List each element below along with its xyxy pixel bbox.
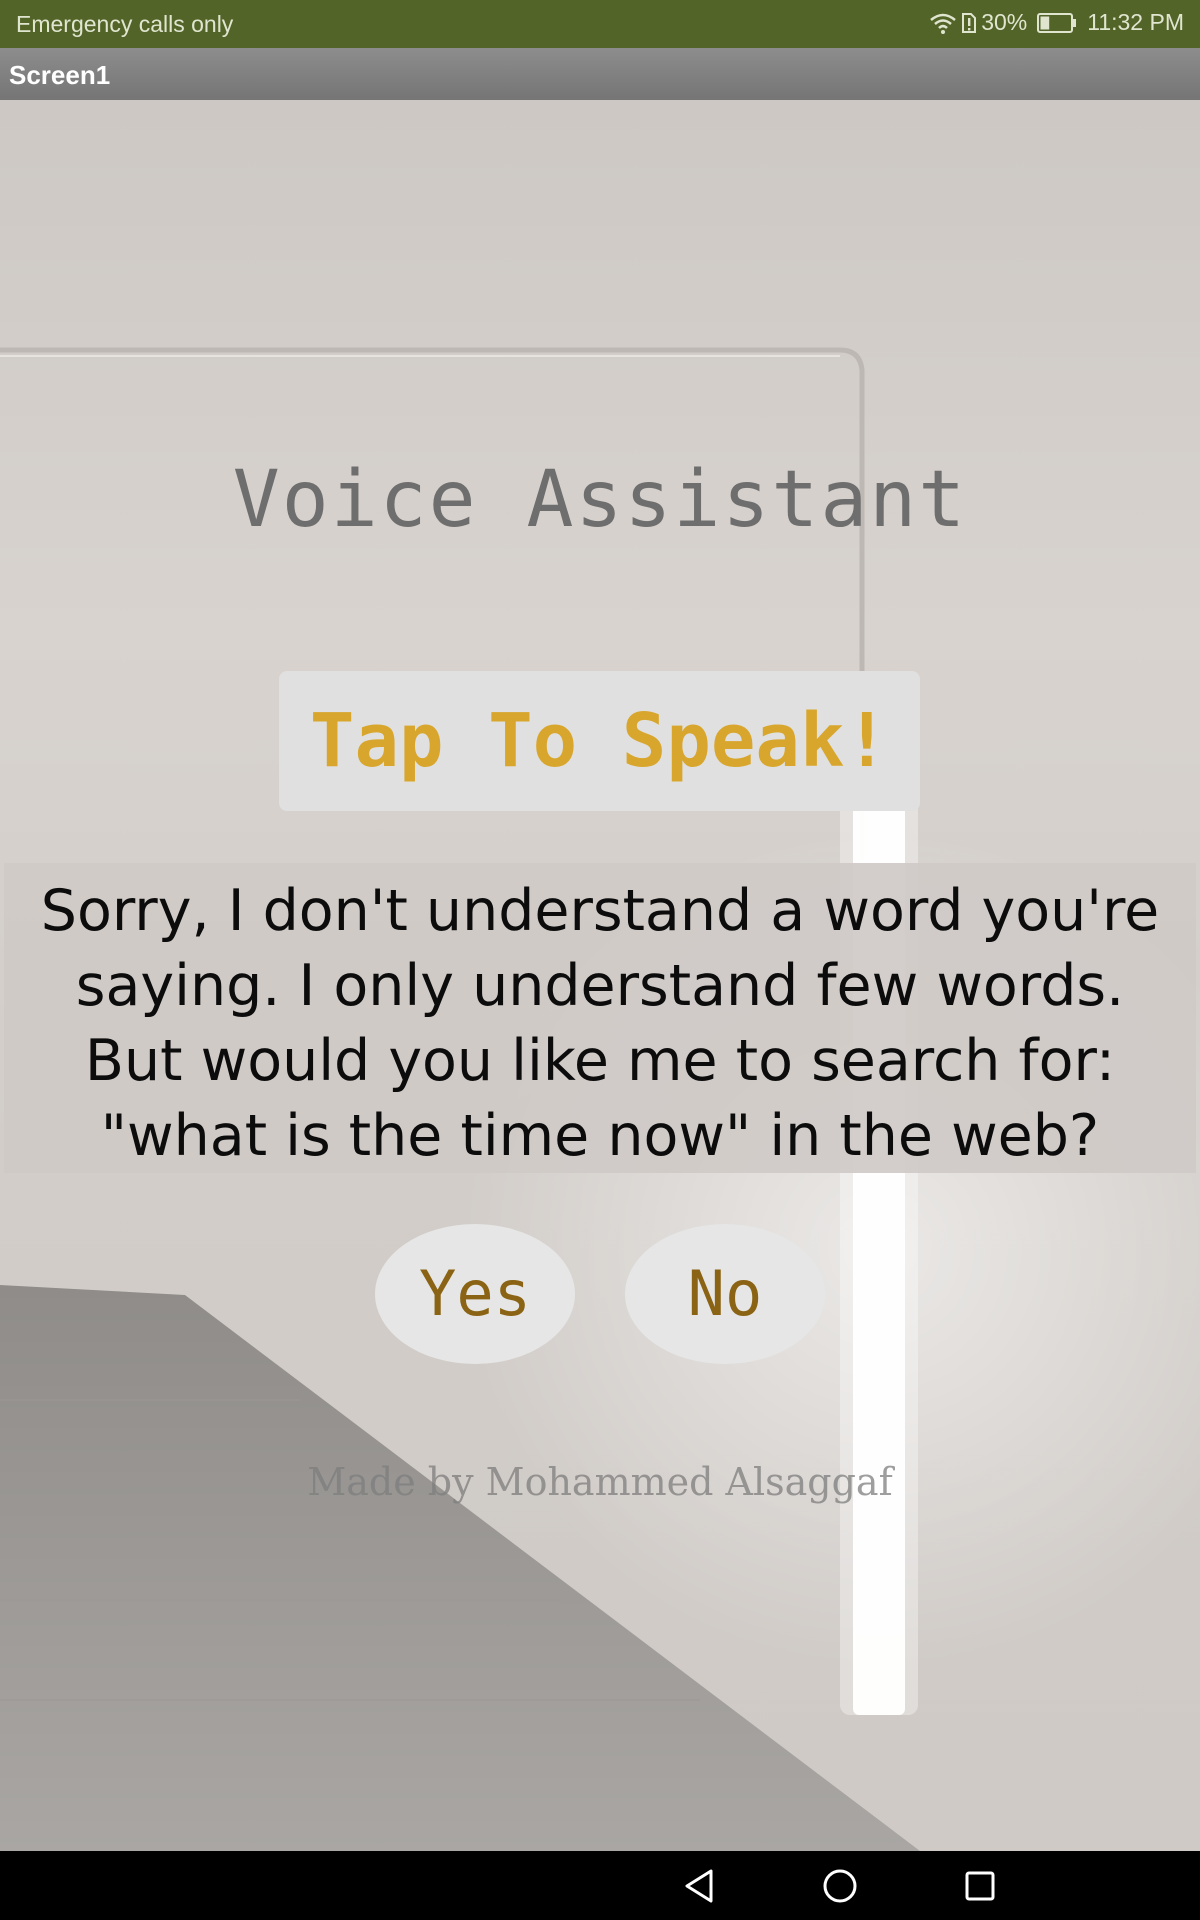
wifi-icon <box>929 11 957 35</box>
back-icon[interactable] <box>654 1851 744 1920</box>
home-icon[interactable] <box>795 1851 885 1920</box>
screen-title: Screen1 <box>9 60 111 90</box>
navigation-bar <box>0 1851 1200 1920</box>
content-area: Voice Assistant Tap To Speak! Sorry, I d… <box>0 100 1200 1851</box>
sim-alert-icon <box>961 11 977 35</box>
no-button[interactable]: No <box>625 1224 825 1364</box>
battery-icon <box>1037 12 1077 34</box>
title-bar: Screen1 <box>0 48 1200 100</box>
yes-button[interactable]: Yes <box>375 1224 575 1364</box>
status-icons: 30% 11:32 PM <box>929 9 1184 36</box>
status-bar: Emergency calls only 30% 11:32 PM <box>0 0 1200 48</box>
app-title: Voice Assistant <box>232 455 968 545</box>
recent-apps-icon[interactable] <box>935 1851 1025 1920</box>
response-panel: Sorry, I don't understand a word you're … <box>4 863 1196 1173</box>
app-screen: Emergency calls only 30% 11:32 PM Screen… <box>0 0 1200 1920</box>
battery-percent: 30% <box>981 9 1028 35</box>
response-text: Sorry, I don't understand a word you're … <box>40 878 1160 1169</box>
credit-text: Made by Mohammed Alsaggaf <box>307 1460 893 1504</box>
tap-to-speak-button[interactable]: Tap To Speak! <box>279 671 920 811</box>
clock-time: 11:32 PM <box>1087 9 1184 35</box>
carrier-text: Emergency calls only <box>16 11 234 37</box>
